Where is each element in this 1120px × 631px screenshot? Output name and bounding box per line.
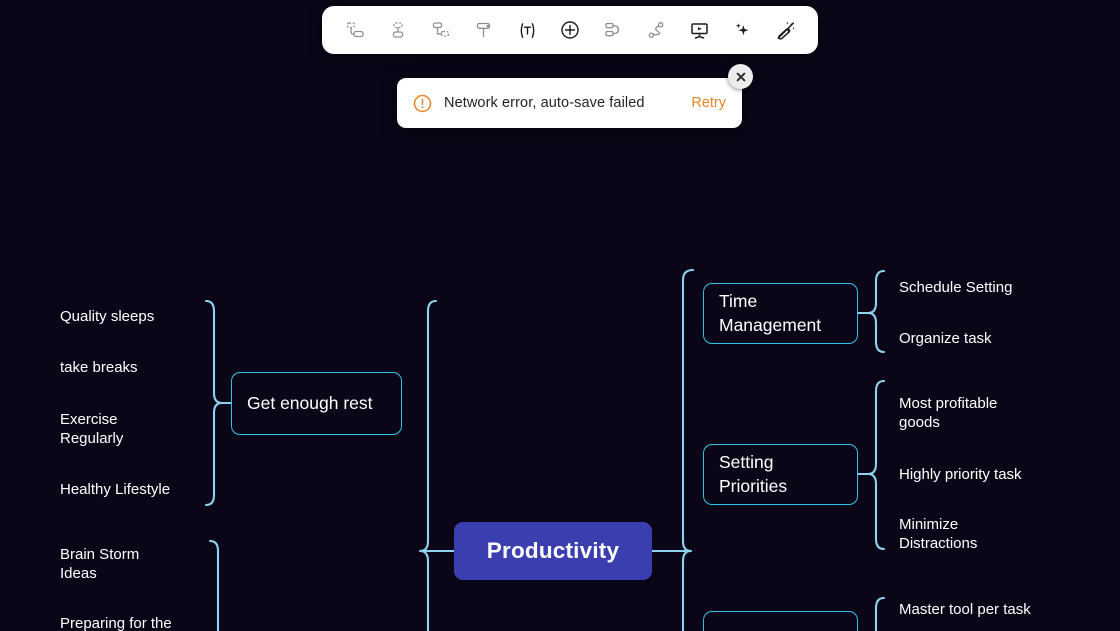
leaf-label: take breaks	[60, 359, 138, 376]
leaf-label: Brain Storm Ideas	[60, 546, 140, 583]
node-root-box[interactable]: Productivity	[454, 522, 652, 580]
ai-sparkle-icon[interactable]	[727, 15, 757, 45]
presentation-icon[interactable]	[684, 15, 714, 45]
add-child-node-icon[interactable]	[383, 15, 413, 45]
leaf-brain-storm-ideas[interactable]: Brain Storm Ideas	[60, 545, 175, 583]
text-style-icon[interactable]	[512, 15, 542, 45]
magic-wand-icon[interactable]	[770, 15, 800, 45]
mindmap-canvas[interactable]: Productivity Get enough rest Time Manage…	[0, 0, 1120, 631]
leaf-label: Quality sleeps	[60, 308, 155, 325]
leaf-master-tool-per-task[interactable]: Master tool per task	[899, 600, 1039, 619]
node-third-branch-box[interactable]	[703, 611, 858, 631]
leaf-label: Exercise Regularly	[60, 411, 124, 448]
add-sibling-node-icon[interactable]	[340, 15, 370, 45]
node-third-branch[interactable]	[703, 611, 858, 631]
leaf-schedule-setting[interactable]: Schedule Setting	[899, 278, 1079, 297]
leaf-healthy-lifestyle[interactable]: Healthy Lifestyle	[60, 480, 220, 499]
leaf-label: Minimize Distractions	[899, 516, 978, 553]
network-error-toast: Network error, auto-save failed Retry	[397, 64, 753, 128]
leaf-take-breaks[interactable]: take breaks	[60, 358, 210, 377]
node-time-management-box[interactable]: Time Management	[703, 283, 858, 344]
leaf-label: Preparing for the task	[60, 615, 172, 631]
node-root-label: Productivity	[486, 538, 620, 563]
leaf-preparing-for-the-task[interactable]: Preparing for the task	[60, 614, 200, 631]
node-setting-priorities[interactable]: Setting Priorities	[703, 444, 858, 505]
node-get-enough-rest[interactable]: Get enough rest	[231, 372, 402, 435]
format-painter-icon[interactable]	[469, 15, 499, 45]
toast-message: Network error, auto-save failed	[444, 95, 645, 111]
node-time-management[interactable]: Time Management	[703, 283, 858, 344]
toast-retry-button[interactable]: Retry	[691, 95, 726, 111]
node-get-enough-rest-label: Get enough rest	[247, 392, 373, 413]
leaf-most-profitable-goods[interactable]: Most profitable goods	[899, 394, 1019, 432]
relationship-icon[interactable]	[598, 15, 628, 45]
leaf-label: Healthy Lifestyle	[60, 481, 171, 498]
summary-icon[interactable]	[641, 15, 671, 45]
leaf-minimize-distractions[interactable]: Minimize Distractions	[899, 515, 1029, 553]
leaf-label: Schedule Setting	[899, 279, 1013, 296]
node-setting-priorities-label: Setting Priorities	[719, 451, 788, 496]
node-get-enough-rest-box[interactable]: Get enough rest	[231, 372, 402, 435]
node-time-management-label: Time Management	[719, 290, 822, 335]
leaf-organize-task[interactable]: Organize task	[899, 329, 1079, 348]
leaf-label: Master tool per task	[899, 601, 1031, 618]
node-root[interactable]: Productivity	[454, 522, 652, 580]
leaf-quality-sleeps[interactable]: Quality sleeps	[60, 307, 210, 326]
leaf-label: Organize task	[899, 330, 992, 347]
leaf-label: Highly priority task	[899, 466, 1022, 483]
alert-circle-icon	[413, 94, 432, 113]
toast-container: Network error, auto-save failed Retry	[397, 64, 753, 128]
leaf-exercise-regularly[interactable]: Exercise Regularly	[60, 410, 160, 448]
add-subtopic-icon[interactable]	[426, 15, 456, 45]
leaf-label: Most profitable goods	[899, 395, 998, 432]
leaf-highly-priority-task[interactable]: Highly priority task	[899, 465, 1089, 484]
insert-icon[interactable]	[555, 15, 585, 45]
mindmap-toolbar[interactable]	[322, 6, 818, 54]
toast-close-button[interactable]	[728, 64, 753, 89]
node-setting-priorities-box[interactable]: Setting Priorities	[703, 444, 858, 505]
